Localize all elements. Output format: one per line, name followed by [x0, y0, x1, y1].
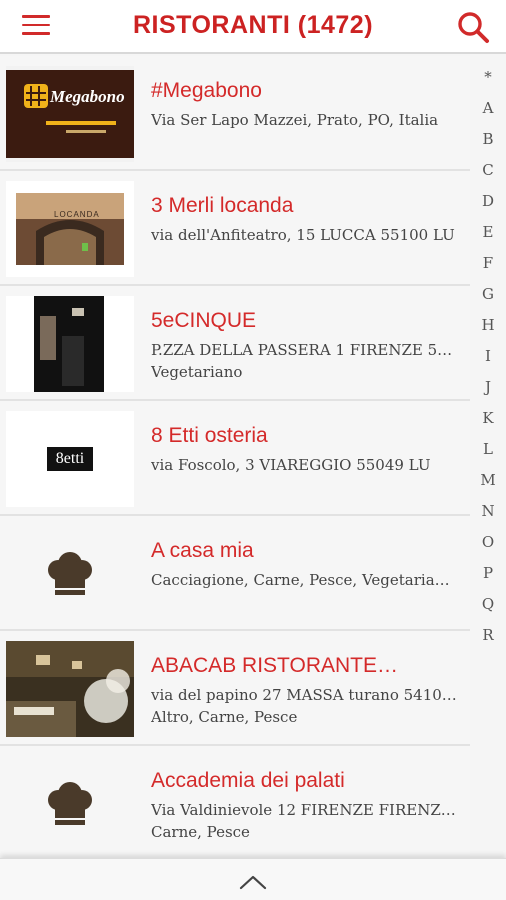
index-letter[interactable]: M — [470, 465, 506, 496]
restaurant-address: Cacciagione, Carne, Pesce, Vegetaria… — [151, 571, 450, 589]
index-letter[interactable]: R — [470, 620, 506, 651]
index-letter[interactable]: A — [470, 93, 506, 124]
restaurant-address: via dell'Anfiteatro, 15 LUCCA 55100 LU — [151, 226, 455, 244]
index-letter[interactable]: L — [470, 434, 506, 465]
list-item[interactable]: A casa mia Cacciagione, Carne, Pesce, Ve… — [0, 516, 470, 631]
index-letter[interactable]: Q — [470, 589, 506, 620]
bottom-bar — [0, 858, 506, 900]
restaurant-name: A casa mia — [151, 539, 254, 562]
thumbnail-sign-text: LOCANDA — [54, 210, 100, 219]
restaurant-thumbnail — [6, 296, 134, 392]
restaurant-name: 5eCINQUE — [151, 309, 257, 332]
index-letter[interactable]: G — [470, 279, 506, 310]
index-letter[interactable]: C — [470, 155, 506, 186]
restaurant-thumbnail: 8etti — [6, 411, 134, 507]
app-header: RISTORANTI (1472) — [0, 0, 506, 54]
chef-hat-icon — [6, 756, 134, 852]
index-letter[interactable]: I — [470, 341, 506, 372]
index-letter[interactable]: B — [470, 124, 506, 155]
thumbnail-logo-text: 8etti — [47, 447, 93, 471]
restaurant-name: Accademia dei palati — [151, 769, 345, 792]
restaurant-name: #Megabono — [151, 79, 262, 102]
index-letter[interactable]: N — [470, 496, 506, 527]
list-item[interactable]: ABACAB RISTORANTE… via del papino 27 MAS… — [0, 631, 470, 746]
restaurant-thumbnail: Megabono — [6, 66, 134, 162]
index-letter[interactable]: O — [470, 527, 506, 558]
restaurant-thumbnail: LOCANDA — [6, 181, 134, 277]
restaurant-name: 8 Etti osteria — [151, 424, 268, 447]
list-item[interactable]: 5eCINQUE P.ZZA DELLA PASSERA 1 FIRENZE 5… — [0, 286, 470, 401]
alphabet-index: * A B C D E F G H I J K L M N O P Q R — [470, 62, 506, 651]
chef-hat-icon — [6, 526, 134, 622]
restaurant-address: via Foscolo, 3 VIAREGGIO 55049 LU — [151, 456, 431, 474]
restaurant-list: Megabono #Megabono Via Ser Lapo Mazzei, … — [0, 56, 470, 861]
restaurant-tags: Carne, Pesce — [151, 823, 250, 841]
restaurant-name: 3 Merli locanda — [151, 194, 294, 217]
list-item[interactable]: Accademia dei palati Via Valdinievole 12… — [0, 746, 470, 861]
index-letter[interactable]: K — [470, 403, 506, 434]
list-item[interactable]: LOCANDA 3 Merli locanda via dell'Anfitea… — [0, 171, 470, 286]
search-icon[interactable] — [456, 10, 490, 44]
restaurant-thumbnail — [6, 641, 134, 737]
list-item[interactable]: 8etti 8 Etti osteria via Foscolo, 3 VIAR… — [0, 401, 470, 516]
restaurant-address: Via Valdinievole 12 FIRENZE FIRENZ… — [151, 801, 456, 819]
restaurant-name: ABACAB RISTORANTE… — [151, 654, 398, 677]
restaurant-tags: Vegetariano — [151, 363, 243, 381]
restaurant-address: via del papino 27 MASSA turano 5410… — [151, 686, 457, 704]
index-letter[interactable]: D — [470, 186, 506, 217]
index-letter[interactable]: E — [470, 217, 506, 248]
index-letter[interactable]: * — [470, 62, 506, 93]
chevron-up-icon[interactable] — [238, 873, 268, 891]
index-letter[interactable]: P — [470, 558, 506, 589]
restaurant-address: P.ZZA DELLA PASSERA 1 FIRENZE 50… — [151, 341, 459, 359]
list-item[interactable]: Megabono #Megabono Via Ser Lapo Mazzei, … — [0, 56, 470, 171]
index-letter[interactable]: J — [470, 372, 506, 403]
index-letter[interactable]: H — [470, 310, 506, 341]
page-title: RISTORANTI (1472) — [132, 11, 374, 39]
thumbnail-logo-text: Megabono — [50, 87, 125, 106]
restaurant-address: Via Ser Lapo Mazzei, Prato, PO, Italia — [151, 111, 439, 129]
index-letter[interactable]: F — [470, 248, 506, 279]
restaurant-tags: Altro, Carne, Pesce — [151, 708, 298, 726]
